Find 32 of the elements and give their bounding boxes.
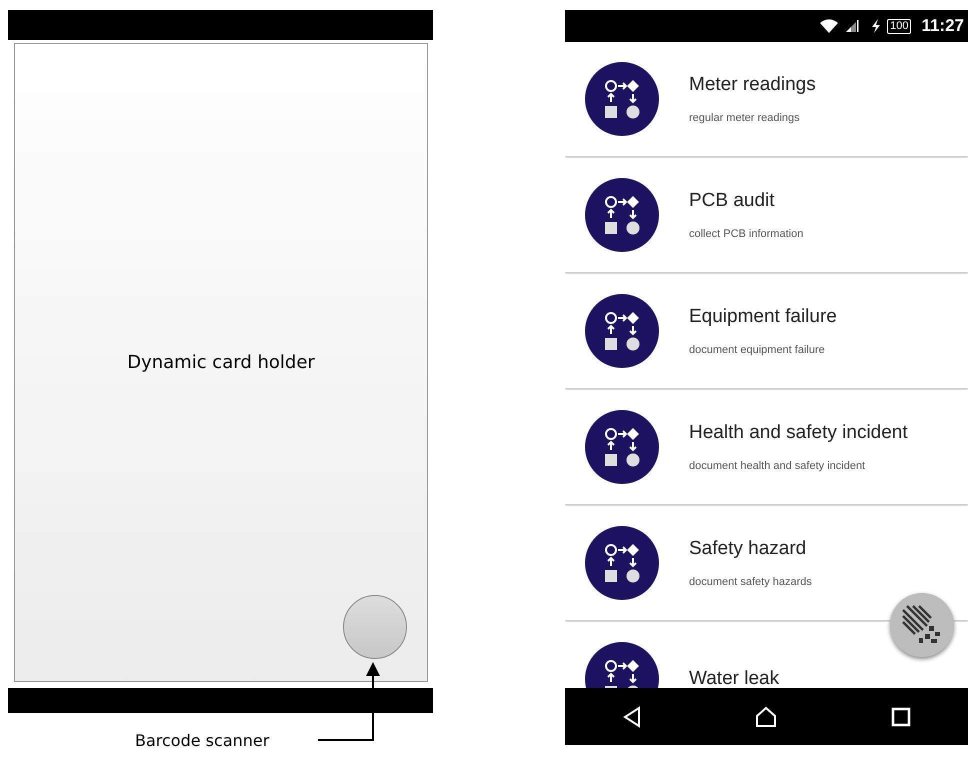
clock: 11:27 [921,16,964,36]
workflow-icon [585,178,659,252]
home-icon[interactable] [755,706,778,728]
card-holder-label: Dynamic card holder [127,352,315,373]
list-card[interactable]: Equipment failure document equipment failure [565,274,968,388]
card-subtitle: regular meter readings [689,112,801,124]
card-title: Safety hazard [689,538,808,560]
bolt-icon [871,19,882,33]
card-subtitle: document safety hazards [689,576,812,588]
workflow-icon [585,526,659,600]
list-card[interactable]: PCB audit collect PCB information [565,158,968,272]
card-subtitle: collect PCB information [689,228,804,240]
card-title: Water leak [689,668,780,688]
callout-label: Barcode scanner [135,731,270,750]
card-title: PCB audit [689,190,776,212]
list-card[interactable]: Water leak [565,622,968,688]
list-card[interactable]: Meter readings regular meter readings [565,42,968,156]
card-title: Meter readings [689,74,816,96]
card-title: Equipment failure [689,306,837,328]
list-card[interactable]: Safety hazard document safety hazards [565,506,968,620]
recents-icon[interactable] [891,706,912,726]
list-card[interactable]: Health and safety incident document health and safety incident [565,390,968,504]
card-subtitle: document equipment failure [689,344,826,356]
card-subtitle: document health and safety incident [689,460,866,472]
workflow-icon [585,410,659,484]
card-title: Health and safety incident [689,422,908,444]
workflow-icon [585,294,659,368]
battery-indicator: 100 [887,18,912,34]
wifi-icon [819,18,840,34]
back-icon[interactable] [622,706,642,728]
workflow-icon [585,62,659,136]
signal-icon [845,19,860,33]
